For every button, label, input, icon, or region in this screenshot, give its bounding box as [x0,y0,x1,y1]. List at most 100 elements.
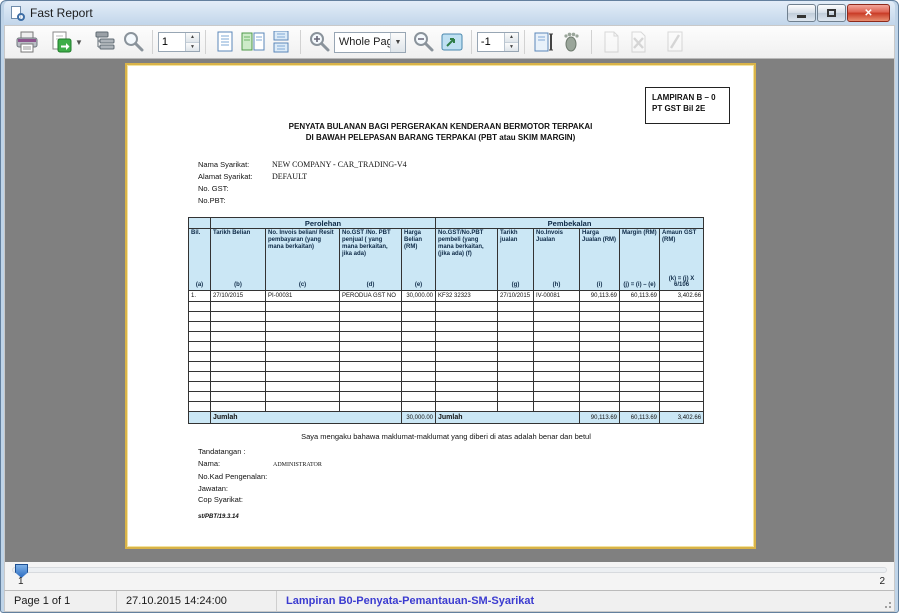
maximize-icon [827,9,836,17]
zoom-in-button[interactable] [306,28,334,56]
lampiran-line2: PT GST Bil 2E [652,103,729,114]
toolbar-separator [524,30,525,54]
offset-input[interactable] [478,33,504,51]
table-data-cell: PI-00031 [266,291,340,302]
column-header: Amaun GST (RM)(k) = (j) X 6/106 [660,229,704,291]
table-data-cell: IV-00081 [534,291,580,302]
position-label: Jawatan: [198,483,322,495]
gst-number-label: No. GST: [198,183,264,195]
group-header-pembekalan: Pembekalan [436,218,704,229]
declaration-text: Saya mengaku bahawa maklumat-maklumat ya… [188,432,704,441]
slider-track[interactable] [12,567,887,573]
company-address-label: Alamat Syarikat: [198,171,264,183]
pbt-number-value [264,195,272,207]
page-down-button[interactable]: ▼ [186,42,199,51]
column-header: Tarikh Belian(b) [211,229,266,291]
delete-page-button [625,28,653,56]
id-card-label: No.Kad Pengenalan: [198,471,322,483]
status-bar: Page 1 of 1 27.10.2015 14:24:00 Lampiran… [4,590,895,612]
offset-up-button[interactable]: ▲ [505,33,518,42]
preview-area[interactable]: LAMPIRAN B – 0 PT GST Bil 2E PENYATA BUL… [4,59,895,562]
toolbar: ▼ ▲ ▼ [4,25,895,59]
export-button[interactable] [47,28,75,56]
column-header: Bil.(a) [189,229,211,291]
app-icon [10,6,25,21]
page-up-button[interactable]: ▲ [186,33,199,42]
two-page-view-button[interactable] [239,28,267,56]
continuous-pages-icon [271,31,291,53]
offset-down-button[interactable]: ▼ [505,42,518,51]
empty-row [189,362,704,372]
close-button[interactable]: ✕ [847,4,890,22]
total-margin: 60,113.69 [620,412,660,424]
export-dropdown-caret[interactable]: ▼ [75,38,83,47]
empty-row [189,312,704,322]
lampiran-box: LAMPIRAN B – 0 PT GST Bil 2E [645,87,730,124]
signer-name-value: ADMINISTRATOR [264,458,322,472]
signature-block: Tandatangan : Nama:ADMINISTRATOR No.Kad … [198,446,322,506]
page-width-icon [533,31,555,53]
table-data-cell: KF32 32323 [436,291,498,302]
empty-row [189,322,704,332]
zoom-in-icon [309,31,331,53]
form-code: st/PBT/19.3.14 [198,514,239,520]
page-settings-button[interactable] [530,28,558,56]
column-header: Margin (RM)(j) = (i) – (e) [620,229,660,291]
zoom-out-button[interactable] [410,28,438,56]
fullscreen-icon [441,32,463,52]
watermark-button[interactable] [558,28,586,56]
zoom-mode-value: Whole Pag [335,36,390,48]
column-header: No. Invois belian/ Resit pembayaran (yan… [266,229,340,291]
edit-page-icon [665,31,685,53]
gst-number-value [264,183,272,195]
minimize-button[interactable] [787,4,816,22]
single-page-view-button[interactable] [211,28,239,56]
total-gst: 3,402.66 [660,412,704,424]
print-button[interactable] [13,28,41,56]
report-title-line2: DI BAWAH PELEPASAN BARANG TERPAKAI (PBT … [127,132,754,143]
table-data-cell: 30,000.00 [402,291,436,302]
total-label-pembekalan: Jumlah [436,412,580,424]
company-address-value: DEFAULT [264,171,307,183]
printer-icon [15,31,39,53]
table-data-cell: 27/10/2015 [498,291,534,302]
total-label-perolehan: Jumlah [211,412,402,424]
column-header: Tarikh jualan(g) [498,229,534,291]
company-name-label: Nama Syarikat: [198,159,264,171]
find-button[interactable] [119,28,147,56]
offset-spinner: ▲ ▼ [477,32,519,52]
continuous-view-button[interactable] [267,28,295,56]
table-data-cell: 3,402.66 [660,291,704,302]
export-icon [50,31,72,53]
toolbar-separator [152,30,153,54]
search-icon [122,31,144,53]
page-number-input[interactable] [159,33,185,51]
empty-row [189,382,704,392]
company-name-value: NEW COMPANY - CAR_TRADING-V4 [264,159,407,171]
total-jualan: 90,113.69 [580,412,620,424]
empty-row [189,342,704,352]
page-slider: 1 2 [4,562,895,590]
chevron-down-icon[interactable]: ▼ [390,33,405,52]
maximize-button[interactable] [817,4,846,22]
table-data-cell: 90,113.69 [580,291,620,302]
empty-row [189,402,704,412]
report-title: PENYATA BULANAN BAGI PERGERAKAN KENDERAA… [127,121,754,143]
empty-row [189,332,704,342]
window-titlebar: Fast Report ✕ [4,1,895,25]
column-header: No.GST /No. PBT penjual ( yang mana berk… [340,229,402,291]
fullscreen-button[interactable] [438,28,466,56]
empty-row [189,352,704,362]
report-table: PerolehanPembekalanBil.(a)Tarikh Belian(… [188,217,704,424]
outline-icon [93,31,117,53]
toolbar-separator [591,30,592,54]
zoom-mode-combobox[interactable]: Whole Pag ▼ [334,32,406,53]
empty-row [189,392,704,402]
new-page-icon [601,31,621,53]
outline-button[interactable] [91,28,119,56]
toolbar-separator [205,30,206,54]
table-data-cell: 60,113.69 [620,291,660,302]
toolbar-separator [300,30,301,54]
edit-page-button [661,28,689,56]
footprint-icon [561,31,583,53]
